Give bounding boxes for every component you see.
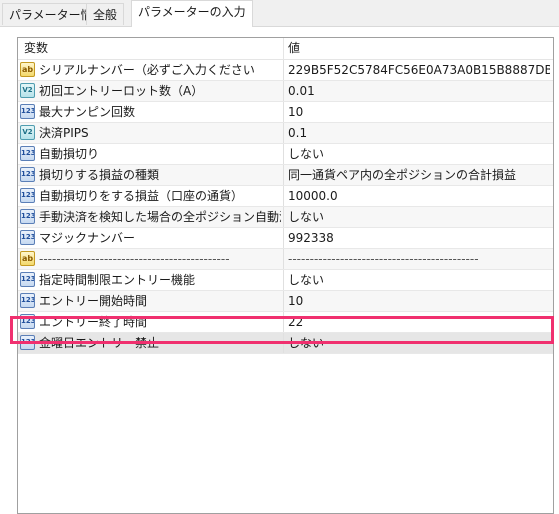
variable-value[interactable]: 10000.0 <box>288 186 550 206</box>
tab-bar: パラメーター情報 全般 パラメーターの入力 <box>0 0 559 27</box>
table-row[interactable]: 123 損切りする損益の種類 同一通貨ペア内の全ポジションの合計損益 <box>18 165 553 186</box>
table-row[interactable]: ab -------------------------------------… <box>18 249 553 270</box>
variable-value[interactable]: 22 <box>288 312 550 332</box>
variable-name: 自動損切りをする損益（口座の通貨） <box>39 189 244 203</box>
table-row[interactable]: V2 決済PIPS 0.1 <box>18 123 553 144</box>
cell-divider <box>283 207 284 227</box>
tab-panel: 変数 値 ab シリアルナンバー（必ずご入力ください 229B5F52C5784… <box>0 26 559 514</box>
variable-name: 指定時間制限エントリー機能 <box>39 273 196 287</box>
variable-value[interactable]: 0.01 <box>288 81 550 101</box>
variable-name: 損切りする損益の種類 <box>39 168 160 182</box>
table-row[interactable]: ab シリアルナンバー（必ずご入力ください 229B5F52C5784FC56E… <box>18 60 553 81</box>
integer-type-icon: 123 <box>20 293 35 308</box>
variable-value[interactable]: しない <box>288 333 550 353</box>
cell-divider <box>283 291 284 311</box>
variable-value[interactable]: しない <box>288 270 550 290</box>
variable-value[interactable]: 229B5F52C5784FC56E0A73A0B15B8887DB06147.… <box>288 60 550 80</box>
cell-divider <box>283 60 284 80</box>
table-row[interactable]: 123 指定時間制限エントリー機能 しない <box>18 270 553 291</box>
column-header-variable[interactable]: 変数 <box>24 38 48 59</box>
cell-divider <box>283 144 284 164</box>
variable-name: 金曜日エントリー禁止 <box>39 336 160 350</box>
variable-name: エントリー終了時間 <box>39 315 148 329</box>
table-row[interactable]: 123 マジックナンバー 992338 <box>18 228 553 249</box>
cell-divider <box>283 333 284 353</box>
variable-value[interactable]: 10 <box>288 291 550 311</box>
table-row[interactable]: 123 手動決済を検知した場合の全ポジション自動決済 しない <box>18 207 553 228</box>
variable-name: 初回エントリーロット数（A） <box>39 84 204 98</box>
integer-type-icon: 123 <box>20 167 35 182</box>
variable-name: 自動損切り <box>39 147 100 161</box>
variable-value[interactable]: ----------------------------------------… <box>288 249 550 269</box>
variable-name: ----------------------------------------… <box>39 252 230 266</box>
integer-type-icon: 123 <box>20 146 35 161</box>
double-type-icon: V2 <box>20 83 35 98</box>
string-type-icon: ab <box>20 251 35 266</box>
column-header-value[interactable]: 値 <box>288 38 300 59</box>
grid-header: 変数 値 <box>18 38 553 60</box>
variable-name: 手動決済を検知した場合の全ポジション自動決済 <box>39 210 281 224</box>
variable-value[interactable]: 992338 <box>288 228 550 248</box>
variable-name: 最大ナンピン回数 <box>39 105 136 119</box>
table-row[interactable]: 123 自動損切り しない <box>18 144 553 165</box>
cell-divider <box>283 81 284 101</box>
cell-divider <box>283 165 284 185</box>
grid-rows: ab シリアルナンバー（必ずご入力ください 229B5F52C5784FC56E… <box>18 60 553 354</box>
cell-divider <box>283 186 284 206</box>
table-row[interactable]: V2 初回エントリーロット数（A） 0.01 <box>18 81 553 102</box>
tab-input-parameters[interactable]: パラメーターの入力 <box>131 0 253 27</box>
table-row[interactable]: 123 エントリー終了時間 22 <box>18 312 553 333</box>
tab-label: パラメーターの入力 <box>138 5 246 19</box>
cell-divider <box>283 123 284 143</box>
variable-name: エントリー開始時間 <box>39 294 148 308</box>
variable-name: 決済PIPS <box>39 126 89 140</box>
integer-type-icon: 123 <box>20 188 35 203</box>
string-type-icon: ab <box>20 62 35 77</box>
cell-divider <box>283 312 284 332</box>
table-row[interactable]: 123 最大ナンピン回数 10 <box>18 102 553 123</box>
table-row[interactable]: 123 エントリー開始時間 10 <box>18 291 553 312</box>
variable-value[interactable]: 同一通貨ペア内の全ポジションの合計損益 <box>288 165 550 185</box>
tab-general[interactable]: 全般 <box>86 3 125 25</box>
variable-value[interactable]: 0.1 <box>288 123 550 143</box>
integer-type-icon: 123 <box>20 272 35 287</box>
variable-value[interactable]: 10 <box>288 102 550 122</box>
cell-divider <box>283 102 284 122</box>
table-row[interactable]: 123 自動損切りをする損益（口座の通貨） 10000.0 <box>18 186 553 207</box>
variable-value[interactable]: しない <box>288 144 550 164</box>
variable-name: マジックナンバー <box>39 231 136 245</box>
integer-type-icon: 123 <box>20 104 35 119</box>
integer-type-icon: 123 <box>20 335 35 350</box>
integer-type-icon: 123 <box>20 314 35 329</box>
variable-value[interactable]: しない <box>288 207 550 227</box>
column-divider[interactable] <box>283 38 284 59</box>
integer-type-icon: 123 <box>20 230 35 245</box>
parameter-grid[interactable]: 変数 値 ab シリアルナンバー（必ずご入力ください 229B5F52C5784… <box>17 37 554 514</box>
tab-label: 全般 <box>93 8 118 22</box>
cell-divider <box>283 249 284 269</box>
table-row-selected[interactable]: 123 金曜日エントリー禁止 しない <box>18 333 553 354</box>
cell-divider <box>283 270 284 290</box>
cell-divider <box>283 228 284 248</box>
double-type-icon: V2 <box>20 125 35 140</box>
integer-type-icon: 123 <box>20 209 35 224</box>
variable-name: シリアルナンバー（必ずご入力ください <box>39 63 255 77</box>
